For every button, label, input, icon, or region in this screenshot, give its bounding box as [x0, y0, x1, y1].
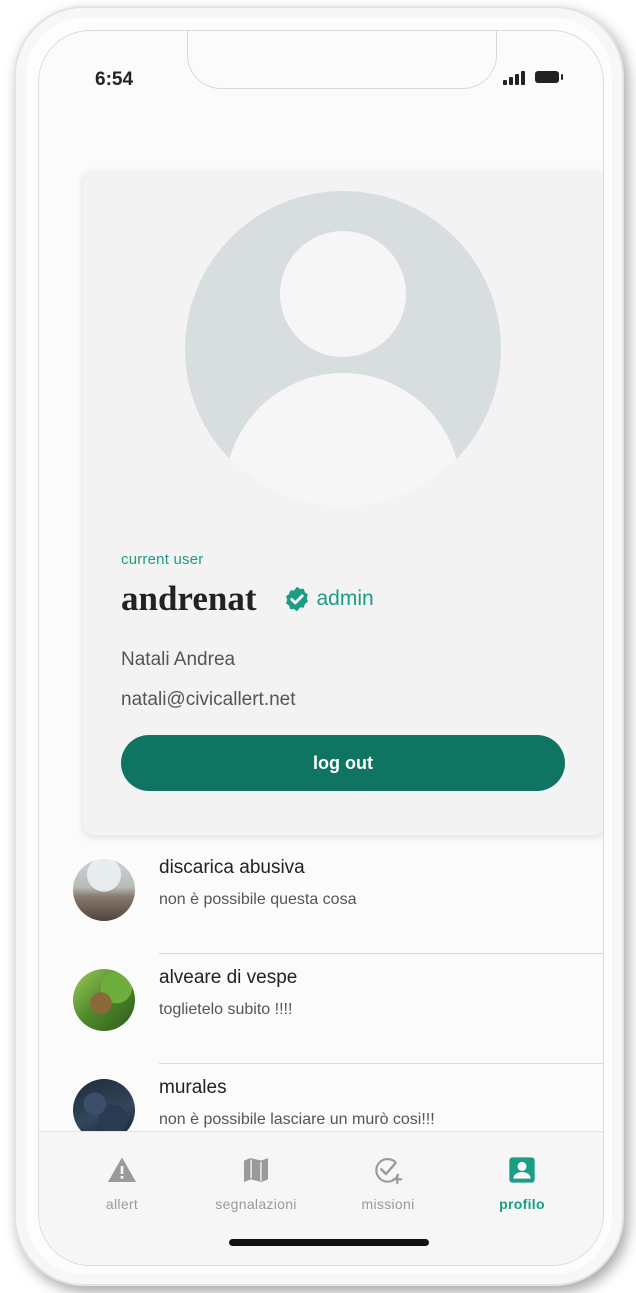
list-item-subtitle: non è possibile lasciare un murò cosi!!!	[159, 1111, 435, 1128]
tab-profilo[interactable]: profilo	[457, 1154, 587, 1212]
tab-label: missioni	[361, 1196, 415, 1212]
list-item-title: alveare di vespe	[159, 967, 298, 988]
tab-label: profilo	[499, 1196, 545, 1212]
list-divider	[159, 953, 603, 954]
wasp-nest-photo-thumbnail	[73, 969, 135, 1031]
verified-badge-icon	[285, 586, 308, 612]
role-badge: admin	[316, 587, 374, 610]
avatar-body-shape	[225, 373, 461, 507]
phone-frame: 6:54 current user andrenat admin Natali	[14, 6, 624, 1286]
list-item[interactable]: discarica abusiva non è possibile questa…	[39, 849, 603, 959]
profile-badge-icon	[509, 1157, 535, 1183]
warning-icon	[108, 1157, 136, 1182]
list-item-title: murales	[159, 1077, 227, 1098]
map-icon	[244, 1158, 268, 1182]
current-user-label: current user	[121, 551, 204, 568]
email: natali@civicallert.net	[121, 689, 296, 710]
username: andrenat	[121, 579, 257, 618]
tab-segnalazioni[interactable]: segnalazioni	[191, 1154, 321, 1212]
tab-missioni[interactable]: missioni	[323, 1154, 453, 1212]
tab-label: allert	[105, 1196, 139, 1212]
check-add-icon	[375, 1158, 403, 1185]
home-indicator[interactable]	[229, 1239, 429, 1246]
landfill-photo-thumbnail	[73, 859, 135, 921]
status-icons	[503, 69, 563, 85]
list-item-title: discarica abusiva	[159, 857, 305, 878]
status-time: 6:54	[95, 69, 134, 90]
profile-card: current user andrenat admin Natali Andre…	[83, 171, 603, 835]
avatar-head-shape	[280, 231, 406, 357]
username-row: andrenat admin	[121, 579, 374, 619]
list-item[interactable]: alveare di vespe toglietelo subito !!!!	[39, 959, 603, 1069]
list-item-subtitle: toglietelo subito !!!!	[159, 1001, 293, 1018]
logout-button[interactable]: log out	[121, 735, 565, 791]
full-name: Natali Andrea	[121, 649, 236, 670]
list-item-subtitle: non è possibile questa cosa	[159, 891, 357, 908]
reports-list: discarica abusiva non è possibile questa…	[39, 849, 603, 1179]
tab-label: segnalazioni	[215, 1196, 297, 1212]
avatar[interactable]	[185, 191, 501, 507]
battery-icon	[535, 71, 563, 83]
app-screen: 6:54 current user andrenat admin Natali	[38, 30, 604, 1266]
tab-allert[interactable]: allert	[57, 1154, 187, 1212]
list-divider	[159, 1063, 603, 1064]
notch	[187, 31, 497, 89]
signal-icon	[503, 69, 525, 85]
